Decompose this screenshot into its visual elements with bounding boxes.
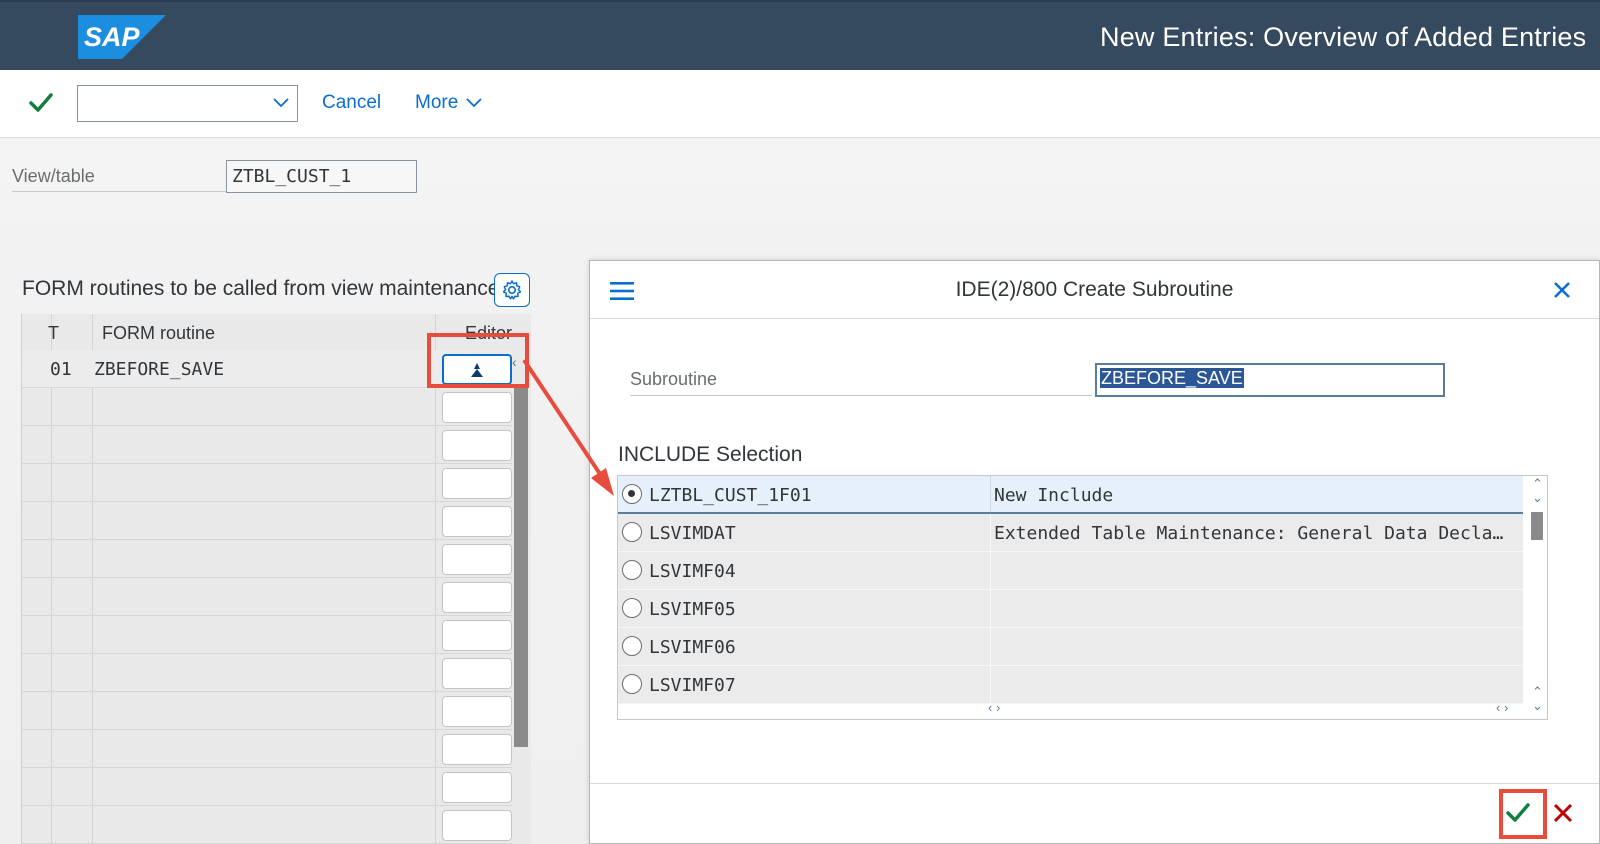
list-item[interactable]: LSVIMF07 [618, 666, 1523, 704]
confirm-button[interactable] [1499, 794, 1537, 832]
scrollbar-thumb[interactable] [1531, 512, 1543, 540]
page-title: New Entries: Overview of Added Entries [1100, 22, 1587, 52]
list-item[interactable]: LSVIMF05 [618, 590, 1523, 628]
scroll-down-icon[interactable]: ⌄ [1532, 490, 1543, 506]
editor-button[interactable] [442, 354, 512, 385]
subroutine-input[interactable]: ZBEFORE_SAVE [1095, 363, 1445, 397]
view-table-label: View/table [12, 166, 228, 192]
include-name: LSVIMDAT [649, 523, 736, 544]
editor-button[interactable] [442, 810, 512, 841]
form-table-title: FORM routines to be called from view mai… [22, 277, 497, 300]
editor-button[interactable] [442, 734, 512, 765]
close-icon [1553, 803, 1573, 823]
close-icon[interactable] [1553, 281, 1571, 299]
radio-button[interactable] [622, 674, 642, 694]
more-label: More [415, 92, 459, 113]
table-row[interactable] [22, 578, 512, 616]
radio-button[interactable] [622, 484, 642, 504]
editor-button[interactable] [442, 544, 512, 575]
command-field-dropdown[interactable] [77, 85, 298, 122]
table-row[interactable] [22, 692, 512, 730]
cancel-button[interactable]: Cancel [322, 92, 381, 114]
sap-logo[interactable]: SAP [78, 15, 166, 59]
chevron-down-icon [466, 98, 482, 108]
column-header-editor[interactable]: Editor [445, 323, 515, 343]
table-vertical-scrollbar[interactable] [514, 384, 528, 747]
table-row[interactable] [22, 426, 512, 464]
dialog-footer [590, 783, 1599, 843]
enter-check-icon[interactable] [28, 90, 54, 116]
scroll-left-icon[interactable]: ‹ › [988, 700, 1000, 715]
table-row[interactable]: 01 ZBEFORE_SAVE [22, 350, 512, 388]
scroll-down-icon[interactable]: ⌄ [1532, 698, 1543, 714]
table-row[interactable] [22, 806, 512, 844]
create-subroutine-dialog: IDE(2)/800 Create Subroutine Subroutine … [589, 260, 1600, 844]
form-routines-table: T FORM routine Editor 01 ZBEFORE_SAVE [21, 314, 531, 844]
view-table-field[interactable]: ZTBL_CUST_1 [226, 160, 417, 193]
editor-button[interactable] [442, 696, 512, 727]
editor-button[interactable] [442, 658, 512, 689]
list-item[interactable]: LSVIMF06 [618, 628, 1523, 666]
subroutine-label: Subroutine [630, 369, 1092, 396]
table-row[interactable] [22, 654, 512, 692]
list-item[interactable]: LSVIMF04 [618, 552, 1523, 590]
table-row[interactable] [22, 502, 512, 540]
table-settings-gear-icon[interactable] [494, 273, 530, 307]
table-row[interactable] [22, 540, 512, 578]
list-item[interactable]: LZTBL_CUST_1F01 New Include [618, 476, 1523, 514]
dialog-header: IDE(2)/800 Create Subroutine [590, 261, 1599, 319]
include-selection-list: LZTBL_CUST_1F01 New Include LSVIMDAT Ext… [617, 475, 1548, 720]
editor-button[interactable] [442, 430, 512, 461]
include-name: LSVIMF04 [649, 561, 736, 582]
include-selection-title: INCLUDE Selection [618, 443, 803, 466]
column-header-t[interactable]: T [22, 314, 59, 350]
table-row[interactable] [22, 730, 512, 768]
include-desc: New Include [994, 485, 1114, 506]
table-row[interactable] [22, 388, 512, 426]
radio-button[interactable] [622, 598, 642, 618]
table-row[interactable] [22, 616, 512, 654]
dialog-title: IDE(2)/800 Create Subroutine [955, 278, 1234, 301]
include-name: LSVIMF06 [649, 637, 736, 658]
toolbar: Cancel More [0, 70, 1600, 138]
chevron-down-icon [273, 98, 289, 108]
scroll-up-icon[interactable]: ‹ [512, 354, 517, 370]
cell-t[interactable]: 01 [50, 359, 72, 380]
editor-button[interactable] [442, 506, 512, 537]
radio-button[interactable] [622, 636, 642, 656]
include-desc: Extended Table Maintenance: General Data… [994, 523, 1504, 544]
editor-button[interactable] [442, 772, 512, 803]
radio-button[interactable] [622, 560, 642, 580]
table-row[interactable] [22, 464, 512, 502]
sap-logo-text: SAP [84, 22, 141, 52]
scroll-horizontal-icon[interactable]: ‹ › [1496, 700, 1508, 715]
navigate-editor-icon [471, 362, 483, 377]
include-name: LSVIMF05 [649, 599, 736, 620]
more-menu-button[interactable]: More [415, 92, 482, 114]
include-name: LZTBL_CUST_1F01 [649, 485, 812, 506]
editor-button[interactable] [442, 392, 512, 423]
cancel-dialog-button[interactable] [1547, 796, 1579, 830]
shell-header: SAP New Entries: Overview of Added Entri… [0, 0, 1600, 70]
include-name: LSVIMF07 [649, 675, 736, 696]
editor-button[interactable] [442, 468, 512, 499]
column-header-form-routine[interactable]: FORM routine [82, 314, 382, 350]
cell-form-routine[interactable]: ZBEFORE_SAVE [94, 359, 224, 380]
table-row[interactable] [22, 768, 512, 806]
subroutine-value: ZBEFORE_SAVE [1099, 367, 1245, 389]
editor-button[interactable] [442, 620, 512, 651]
radio-button[interactable] [622, 522, 642, 542]
checkmark-icon [1506, 803, 1530, 822]
list-item[interactable]: LSVIMDAT Extended Table Maintenance: Gen… [618, 514, 1523, 552]
editor-button[interactable] [442, 582, 512, 613]
